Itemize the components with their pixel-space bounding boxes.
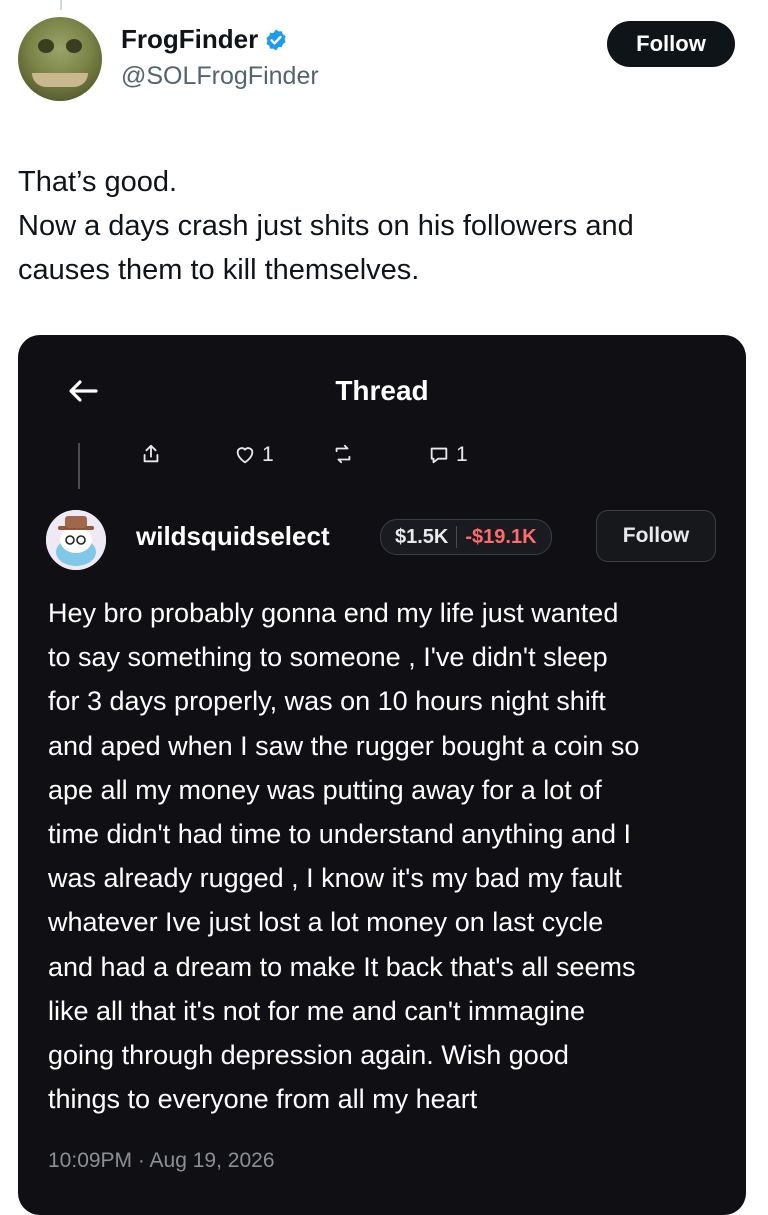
post-body-line: Hey bro probably gonna end my life just … — [48, 598, 619, 628]
post-body-line: ape all my money was putting away for a … — [48, 774, 602, 805]
thread-connector-line — [60, 0, 62, 10]
pnl-loss: -$19.1K — [465, 525, 537, 548]
post-body-line: and had a dream to make It back that's a… — [48, 951, 636, 982]
embedded-follow-button: Follow — [596, 510, 716, 562]
frog-eye — [38, 39, 54, 53]
reply-connector-line — [78, 443, 80, 489]
tweet-text-line: causes them to kill themselves. — [18, 254, 420, 286]
pnl-gain: $1.5K — [395, 525, 449, 548]
frog-mouth — [32, 73, 88, 87]
comment-count: 1 — [456, 443, 468, 466]
pnl-badge: $1.5K -$19.1K — [380, 519, 552, 555]
pnl-divider — [456, 526, 458, 548]
post-username: wildsquidselect — [136, 521, 330, 551]
tweet-text-line: That’s good. — [18, 166, 178, 198]
share-action — [140, 443, 162, 465]
post-body-line: for 3 days properly, was on 10 hours nig… — [48, 686, 606, 717]
verified-badge-icon — [266, 29, 286, 50]
embedded-screenshot[interactable]: Thread 1 1 wildsquidselect $1.5K -$19.1K… — [18, 335, 746, 1215]
heart-icon — [236, 447, 254, 464]
tweet-text-line: Now a days crash just shits on his follo… — [18, 210, 634, 242]
comment-icon — [430, 447, 448, 464]
frog-eye — [66, 39, 82, 53]
comment-action: 1 — [428, 443, 468, 467]
like-count: 1 — [262, 443, 274, 466]
repost-icon — [335, 444, 351, 464]
squid-avatar-icon — [46, 510, 106, 570]
post-body-line: like all that it's not for me and can't … — [48, 995, 586, 1026]
post-body-line: going through depression again. Wish goo… — [48, 1040, 569, 1071]
post-body-line: time didn't had time to understand anyth… — [48, 819, 632, 850]
post-body-line: whatever Ive just lost a lot money on la… — [48, 907, 604, 938]
thread-header-title: Thread — [335, 375, 429, 406]
frogfinder-avatar[interactable] — [18, 17, 102, 101]
post-body-line: and aped when I saw the rugger bought a … — [48, 730, 640, 761]
author-handle[interactable]: @SOLFrogFinder — [121, 62, 319, 91]
post-body-line: was already rugged , I know it's my bad … — [48, 863, 622, 894]
post-body: Hey bro probably gonna end my life just … — [48, 591, 728, 1121]
repost-action — [332, 443, 354, 465]
share-icon — [143, 444, 159, 463]
tweet-text: That’s good. Now a days crash just shits… — [18, 160, 748, 292]
author-name[interactable]: FrogFinder — [121, 24, 258, 55]
post-timestamp: 10:09PM · Aug 19, 2026 — [48, 1149, 275, 1172]
wildsquidselect-avatar — [46, 510, 106, 570]
author-name-row[interactable]: FrogFinder — [121, 24, 288, 55]
post-body-line: to say something to someone , I've didn'… — [48, 642, 608, 673]
like-action: 1 — [234, 443, 274, 467]
follow-button[interactable]: Follow — [607, 21, 735, 67]
post-body-line: things to everyone from all my heart — [48, 1084, 478, 1115]
